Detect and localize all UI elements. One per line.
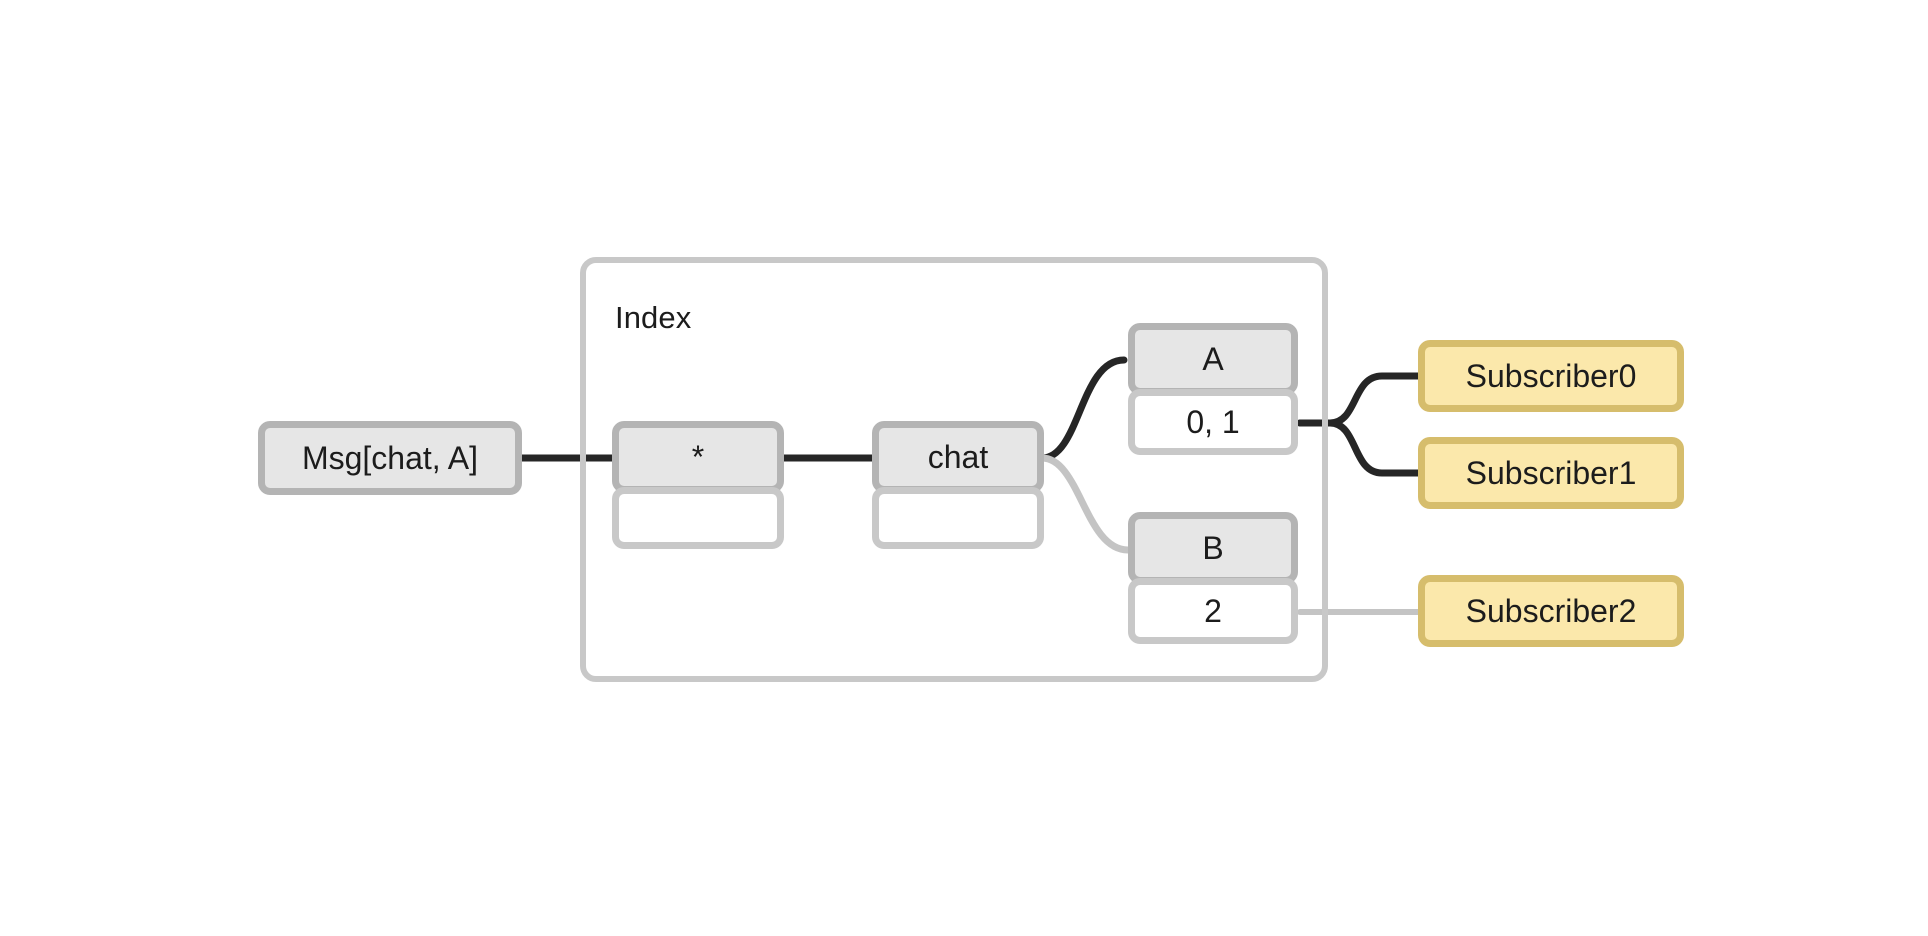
index-node-b[interactable]: B 2: [1128, 512, 1298, 644]
index-node-a[interactable]: A 0, 1: [1128, 323, 1298, 455]
index-node-b-body[interactable]: 2: [1128, 578, 1298, 644]
index-node-b-header[interactable]: B: [1128, 512, 1298, 584]
index-node-chat[interactable]: chat: [872, 421, 1044, 549]
subscriber-node-0[interactable]: Subscriber0: [1418, 340, 1684, 412]
index-node-wildcard-header[interactable]: *: [612, 421, 784, 493]
message-node[interactable]: Msg[chat, A]: [258, 421, 522, 495]
index-node-wildcard-body[interactable]: [612, 487, 784, 549]
index-node-wildcard[interactable]: *: [612, 421, 784, 549]
subscriber-node-1[interactable]: Subscriber1: [1418, 437, 1684, 509]
diagram-canvas: Index Msg[chat, A] * chat A 0, 1 B 2 Sub…: [0, 0, 1928, 936]
index-group-label: Index: [615, 300, 692, 335]
index-node-a-header[interactable]: A: [1128, 323, 1298, 395]
index-node-a-body[interactable]: 0, 1: [1128, 389, 1298, 455]
index-node-chat-header[interactable]: chat: [872, 421, 1044, 493]
index-node-chat-body[interactable]: [872, 487, 1044, 549]
subscriber-node-2[interactable]: Subscriber2: [1418, 575, 1684, 647]
